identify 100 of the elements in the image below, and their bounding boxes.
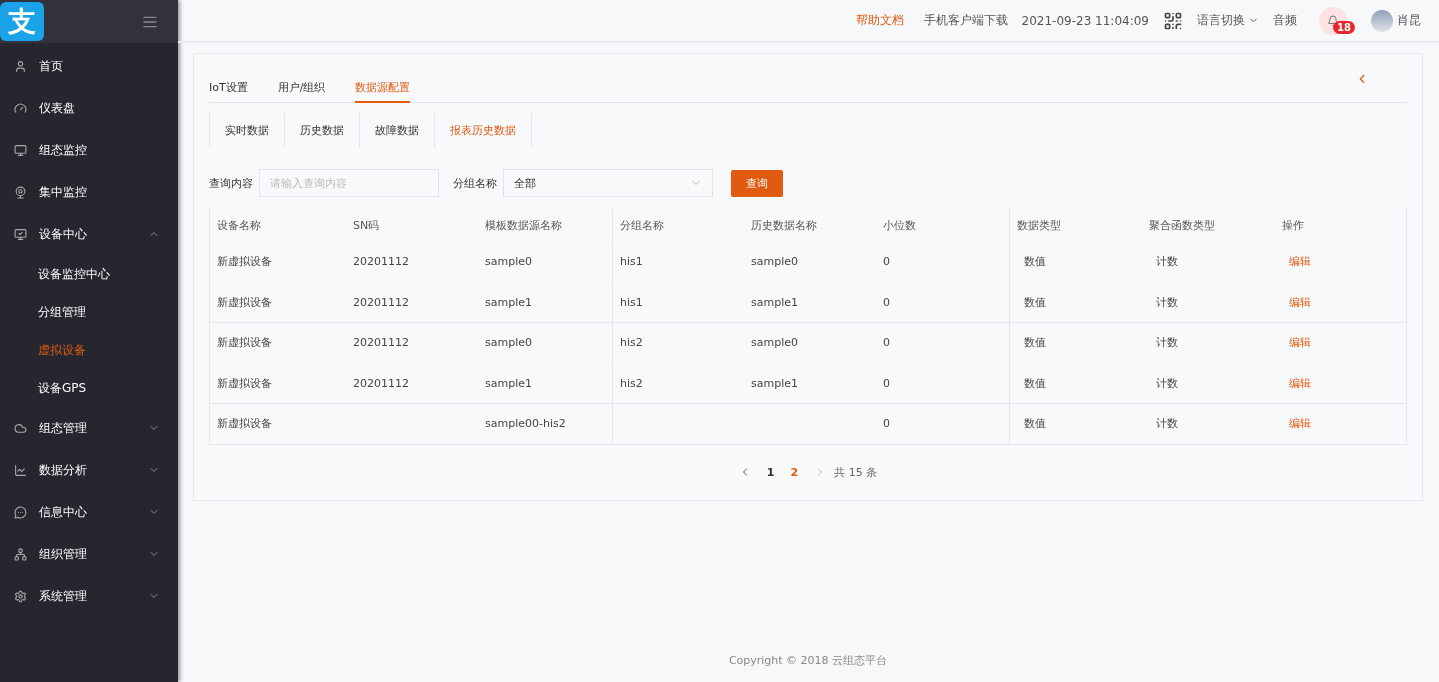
sidebar-item[interactable]: 仪表盘 <box>0 87 178 129</box>
chart-icon <box>14 463 27 477</box>
sidebar-item[interactable]: 数据分析 <box>0 449 178 491</box>
table-cell: his1 <box>620 255 643 269</box>
table-cell: his2 <box>620 376 643 390</box>
table-cell: sample1 <box>751 376 798 390</box>
column-header: 设备名称 <box>216 217 262 234</box>
table-cell: 计数 <box>1156 254 1178 270</box>
table-cell: 数值 <box>1024 375 1046 391</box>
table-cell: 数值 <box>1024 254 1046 270</box>
table-cell: 20201112 <box>353 376 409 390</box>
bell-icon[interactable] <box>1327 14 1339 27</box>
sidebar-item[interactable]: 设备中心 <box>0 213 178 255</box>
column-header: 模板数据源名称 <box>484 217 563 234</box>
download-link[interactable]: 手机客户端下载 <box>923 12 1008 29</box>
table-cell: 新虚拟设备 <box>217 254 272 270</box>
table-cell: sample0 <box>751 336 798 350</box>
monitor-icon <box>14 143 27 157</box>
sidebar-item[interactable]: 系统管理 <box>0 575 178 617</box>
user-icon <box>14 59 27 73</box>
user-name[interactable]: 肖昆 <box>1397 12 1421 29</box>
table-cell: 数值 <box>1024 294 1046 310</box>
table-cell: sample0 <box>485 255 532 269</box>
notification-badge: 18 <box>1333 20 1355 34</box>
settings-icon <box>14 589 27 603</box>
column-header: 历史数据名称 <box>750 217 818 234</box>
table-cell: sample0 <box>485 336 532 350</box>
sidebar-subitem[interactable]: 虚拟设备 <box>0 331 178 369</box>
gauge-icon <box>14 101 27 115</box>
edit-link[interactable]: 编辑 <box>1289 416 1311 432</box>
copyright-text: Copyright © 2018 云组态平台 <box>728 654 888 667</box>
group-select[interactable]: 全部 <box>503 169 713 197</box>
column-header: 分组名称 <box>612 209 744 241</box>
avatar[interactable] <box>1371 9 1393 32</box>
page-number[interactable]: 2 <box>790 465 799 479</box>
tab[interactable]: 用户/组织 <box>277 80 326 103</box>
table-cell: 新虚拟设备 <box>217 416 272 432</box>
column-header: SN码 <box>352 217 381 234</box>
table-cell: 0 <box>883 417 890 431</box>
edit-link[interactable]: 编辑 <box>1289 254 1311 270</box>
table-cell: 20201112 <box>353 255 409 269</box>
chat-icon <box>14 505 27 519</box>
edit-link[interactable]: 编辑 <box>1289 294 1311 310</box>
sidebar-subitem[interactable]: 设备监控中心 <box>0 255 178 293</box>
sidebar-subitem[interactable]: 分组管理 <box>0 293 178 331</box>
cloud-icon <box>14 421 27 435</box>
query-label: 查询内容 <box>209 175 253 191</box>
table-cell: 新虚拟设备 <box>217 335 272 351</box>
group-label: 分组名称 <box>453 175 497 191</box>
table-cell: sample1 <box>485 295 532 309</box>
table-cell: 0 <box>883 376 890 390</box>
hierarchy-icon <box>14 547 27 561</box>
edit-link[interactable]: 编辑 <box>1289 375 1311 391</box>
search-button[interactable]: 查询 <box>731 169 783 197</box>
table-cell: 计数 <box>1156 375 1178 391</box>
table-cell: sample00-his2 <box>485 417 566 431</box>
table-cell: 0 <box>883 336 890 350</box>
page-number[interactable]: 1 <box>766 465 775 479</box>
sidebar-item[interactable]: 集中监控 <box>0 171 178 213</box>
column-header: 小位数 <box>882 217 917 234</box>
table-cell: sample1 <box>485 376 532 390</box>
audio-link[interactable]: 音频 <box>1273 12 1297 29</box>
table-cell: 0 <box>883 255 890 269</box>
table-cell: 数值 <box>1024 335 1046 351</box>
qr-code-icon[interactable] <box>1163 10 1183 31</box>
table-cell: 0 <box>883 295 890 309</box>
table-cell: 计数 <box>1156 416 1178 432</box>
column-header: 数据类型 <box>1009 209 1142 241</box>
column-header: 聚合函数类型 <box>1148 217 1216 234</box>
monitor-icon <box>14 227 27 241</box>
datetime-text: 2021-09-23 11:04:09 <box>1021 13 1149 28</box>
subtab[interactable]: 实时数据 <box>209 113 284 148</box>
table-cell: 计数 <box>1156 335 1178 351</box>
sidebar-subitem[interactable]: 设备GPS <box>0 369 178 407</box>
table-cell: 20201112 <box>353 336 409 350</box>
subtab[interactable]: 报表历史数据 <box>434 113 532 148</box>
table-cell: 20201112 <box>353 295 409 309</box>
sidebar-item[interactable]: 首页 <box>0 45 178 87</box>
table-cell: 计数 <box>1156 294 1178 310</box>
subtab[interactable]: 历史数据 <box>284 113 359 148</box>
table-cell: 新虚拟设备 <box>217 375 272 391</box>
help-link[interactable]: 帮助文档 <box>855 12 904 29</box>
sidebar-item[interactable]: 信息中心 <box>0 491 178 533</box>
edit-link[interactable]: 编辑 <box>1289 335 1311 351</box>
total-count: 共 15 条 <box>834 464 878 480</box>
subtab[interactable]: 故障数据 <box>359 113 434 148</box>
tab[interactable]: 数据源配置 <box>355 80 411 103</box>
table-cell: 新虚拟设备 <box>217 294 272 310</box>
sidebar-item[interactable]: 组织管理 <box>0 533 178 575</box>
language-dropdown[interactable]: 语言切换 <box>1197 12 1259 29</box>
tab[interactable]: IoT设置 <box>209 80 248 103</box>
table-cell: his2 <box>620 336 643 350</box>
table-cell: 数值 <box>1024 416 1046 432</box>
sidebar-item[interactable]: 组态监控 <box>0 129 178 171</box>
column-header: 操作 <box>1281 217 1305 234</box>
table-cell: sample1 <box>751 295 798 309</box>
table-cell: sample0 <box>751 255 798 269</box>
table-cell: his1 <box>620 295 643 309</box>
sidebar-item[interactable]: 组态管理 <box>0 407 178 449</box>
webcam-icon <box>14 185 27 199</box>
